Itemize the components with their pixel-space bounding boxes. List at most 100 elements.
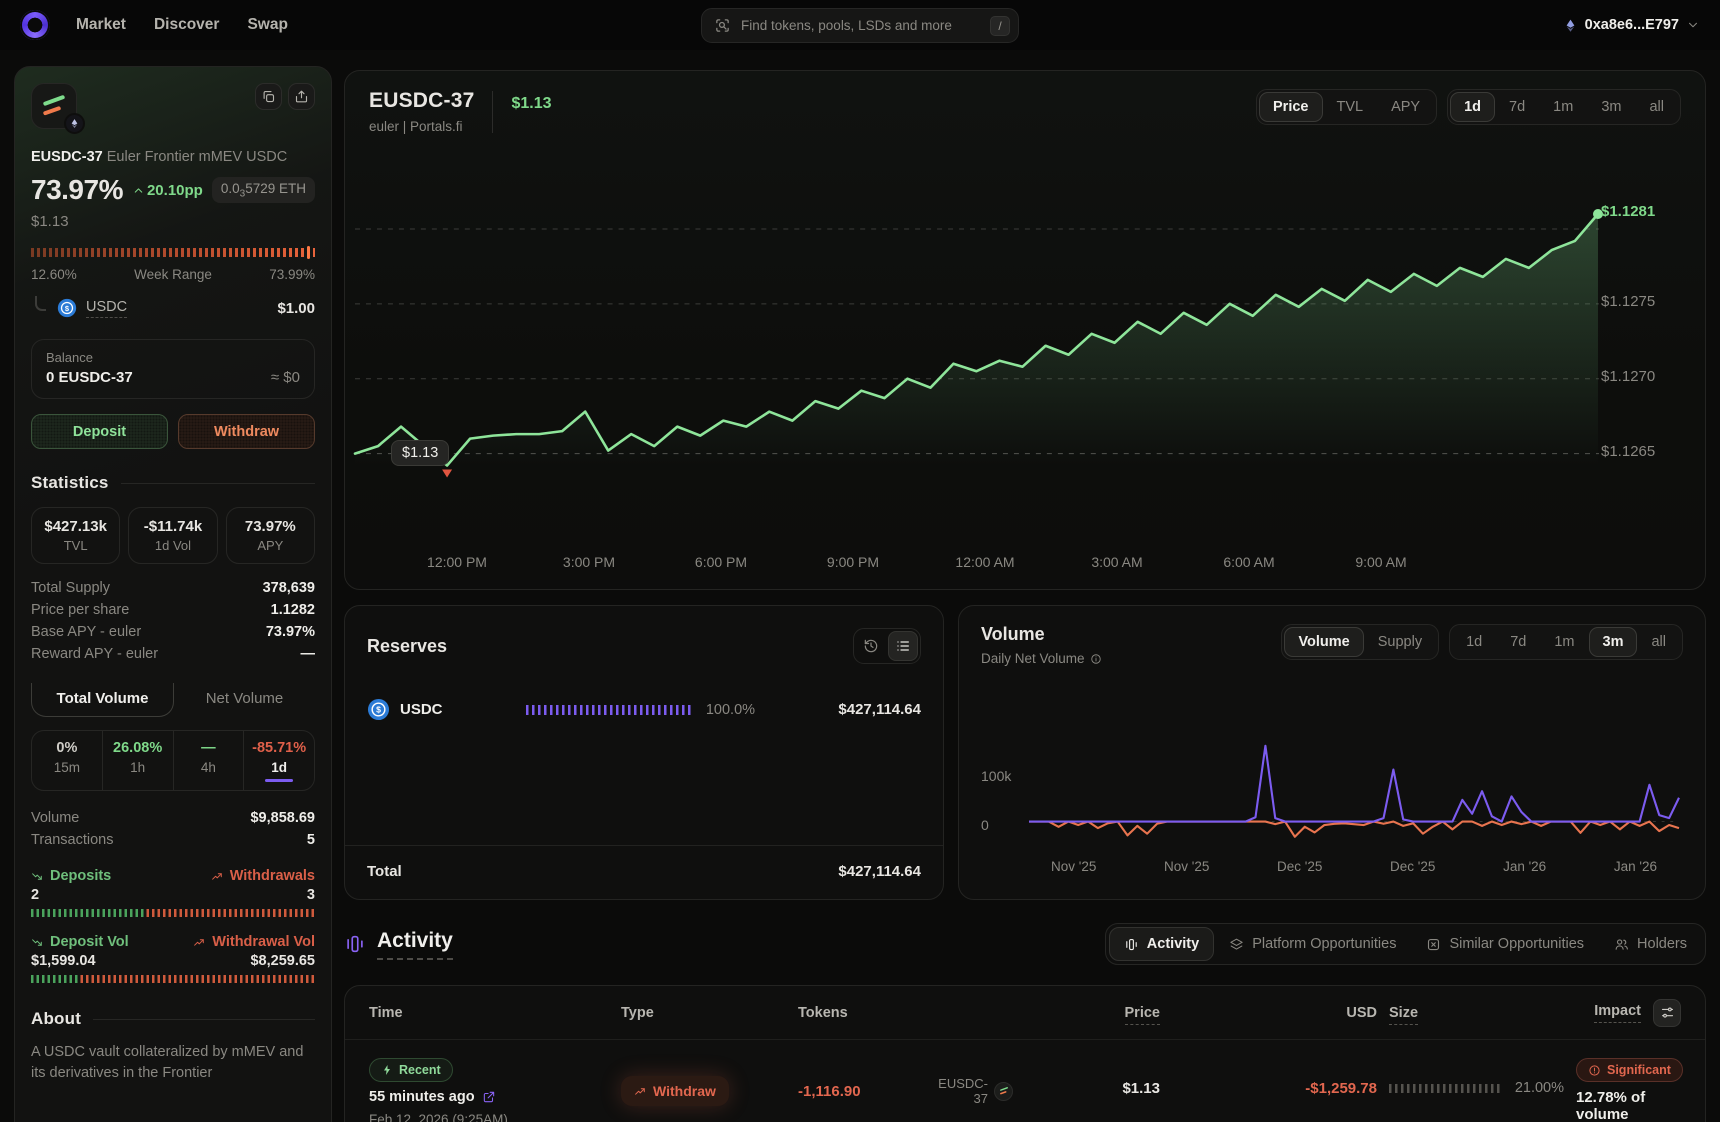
size-pct: 21.00% — [1515, 1080, 1564, 1096]
range-1d[interactable]: 1d — [1450, 92, 1495, 122]
volume-title: Volume — [981, 624, 1102, 645]
external-link-icon[interactable] — [482, 1090, 496, 1104]
col-price[interactable]: Price — [1125, 1005, 1160, 1025]
table-row[interactable]: Recent 55 minutes ago Feb 12, 2026 (9:25… — [345, 1040, 1705, 1122]
col-type[interactable]: Type — [621, 1005, 786, 1021]
vrange-1m[interactable]: 1m — [1540, 627, 1588, 657]
activity-tab-group: Activity Platform Opportunities Similar … — [1105, 923, 1706, 965]
tx-date: Feb 12, 2026 (9:25AM) — [369, 1112, 609, 1122]
share-icon — [294, 89, 309, 104]
volume-chart[interactable] — [1029, 706, 1679, 876]
tab-tvl[interactable]: TVL — [1323, 92, 1378, 122]
time-ago: 55 minutes ago — [369, 1089, 475, 1105]
tab-similar-opportunities[interactable]: Similar Opportunities — [1411, 927, 1599, 961]
share-button[interactable] — [288, 83, 315, 110]
main-nav: Market Discover Swap — [76, 16, 288, 34]
col-size[interactable]: Size — [1389, 1005, 1418, 1025]
bolt-icon — [381, 1064, 393, 1076]
nav-market[interactable]: Market — [76, 16, 126, 34]
range-7d[interactable]: 7d — [1495, 92, 1539, 122]
tab-apy[interactable]: APY — [1377, 92, 1434, 122]
price-y-axis: $1.1281 $1.1275 $1.1270 $1.1265 — [1601, 195, 1687, 495]
withdraw-button[interactable]: Withdraw — [178, 414, 315, 449]
underlying-asset-row[interactable]: USDC $1.00 — [31, 298, 315, 318]
reserves-total-label: Total — [367, 863, 402, 880]
mode-volume[interactable]: Volume — [1284, 627, 1363, 657]
trend-down-icon — [31, 936, 44, 949]
apy-value: 73.97% — [31, 174, 123, 206]
activity-table: Time Type Tokens Price USD Size Impact R… — [344, 985, 1706, 1122]
volume-mode-group: Volume Supply — [1281, 624, 1439, 660]
table-filter-button[interactable] — [1653, 999, 1681, 1027]
info-icon — [1090, 653, 1102, 665]
mode-supply[interactable]: Supply — [1364, 627, 1436, 657]
y-label-current: $1.1281 — [1601, 203, 1655, 220]
balance-label: Balance — [46, 350, 300, 365]
timeframe-1h[interactable]: 26.08% 1h — [102, 731, 173, 790]
wallet-menu[interactable]: 0xa8e6...E797 — [1563, 17, 1700, 33]
baseline-price-badge: $1.13 — [391, 440, 449, 466]
row-token-symbol: EUSDC-37 — [936, 1076, 988, 1106]
cell-impact: Significant 12.78% of volume 0.64x avera… — [1576, 1058, 1683, 1122]
week-range-label: Week Range — [134, 267, 212, 282]
history-view-button[interactable] — [856, 631, 886, 661]
cell-time: Recent 55 minutes ago Feb 12, 2026 (9:25… — [369, 1058, 609, 1122]
week-range-bar — [31, 248, 315, 258]
withdraw-type-badge: Withdraw — [621, 1076, 729, 1106]
reserve-usd: $427,114.64 — [838, 701, 921, 718]
range-1m[interactable]: 1m — [1539, 92, 1587, 122]
layers-icon — [1229, 937, 1244, 952]
vault-sidebar: EUSDC-37 Euler Frontier mMEV USDC 73.97%… — [14, 66, 332, 1122]
search-input[interactable]: Find tokens, pools, LSDs and more / — [701, 8, 1019, 43]
tab-price[interactable]: Price — [1259, 92, 1322, 122]
tab-activity[interactable]: Activity — [1109, 927, 1214, 961]
deposit-button[interactable]: Deposit — [31, 414, 168, 449]
range-tab-group: 1d 7d 1m 3m all — [1447, 89, 1681, 125]
y-label: $1.1275 — [1601, 293, 1655, 310]
week-range-low: 12.60% — [31, 267, 77, 282]
col-tokens[interactable]: Tokens — [798, 1005, 1013, 1021]
tab-platform-opportunities[interactable]: Platform Opportunities — [1214, 927, 1411, 961]
vrange-3m[interactable]: 3m — [1589, 627, 1638, 657]
col-time[interactable]: Time — [369, 1005, 609, 1021]
warning-circle-icon — [1588, 1064, 1601, 1077]
nav-swap[interactable]: Swap — [247, 16, 287, 34]
tree-elbow — [35, 296, 46, 311]
reserve-share-bar — [526, 705, 694, 715]
range-3m[interactable]: 3m — [1587, 92, 1635, 122]
stat-card-1d-vol: -$11.74k1d Vol — [128, 507, 217, 564]
tab-holders[interactable]: Holders — [1599, 927, 1702, 961]
price-chart[interactable] — [355, 195, 1599, 495]
chart-current-price: $1.13 — [511, 95, 551, 113]
col-usd[interactable]: USD — [1346, 1005, 1377, 1021]
range-all[interactable]: all — [1635, 92, 1678, 122]
token-amount: -1,116.90 — [798, 1083, 861, 1100]
topbar: Market Discover Swap Find tokens, pools,… — [0, 0, 1720, 50]
reserve-row-usdc[interactable]: USDC 100.0% $427,114.64 — [367, 698, 921, 721]
tab-total-volume[interactable]: Total Volume — [31, 683, 174, 717]
list-view-button[interactable] — [888, 631, 918, 661]
timeframe-1d[interactable]: -85.71% 1d — [243, 731, 314, 790]
volume-y-zero: 0 — [981, 817, 989, 833]
balance-usd: ≈ $0 — [271, 369, 300, 386]
app-logo-icon[interactable] — [20, 10, 50, 40]
copy-address-button[interactable] — [255, 83, 282, 110]
timeframe-4h[interactable]: — 4h — [173, 731, 244, 790]
vrange-all[interactable]: all — [1637, 627, 1680, 657]
token-symbol: EUSDC-37 — [31, 149, 103, 165]
significant-badge: Significant — [1576, 1058, 1683, 1082]
stat-row-total-supply: Total Supply378,639 — [31, 577, 315, 599]
tab-net-volume[interactable]: Net Volume — [174, 683, 315, 717]
main-content: EUSDC-37 euler | Portals.fi $1.13 Price … — [344, 70, 1706, 1122]
price-chart-panel: EUSDC-37 euler | Portals.fi $1.13 Price … — [344, 70, 1706, 590]
search-shortcut-key: / — [990, 16, 1010, 36]
reserve-token: USDC — [400, 701, 443, 718]
vrange-7d[interactable]: 7d — [1496, 627, 1540, 657]
col-impact[interactable]: Impact — [1594, 1003, 1641, 1023]
transactions-row: Transactions5 — [31, 829, 315, 851]
vrange-1d[interactable]: 1d — [1452, 627, 1496, 657]
nav-discover[interactable]: Discover — [154, 16, 219, 34]
timeframe-15m[interactable]: 0% 15m — [32, 731, 102, 790]
y-label: $1.1270 — [1601, 368, 1655, 385]
list-icon — [895, 638, 911, 654]
